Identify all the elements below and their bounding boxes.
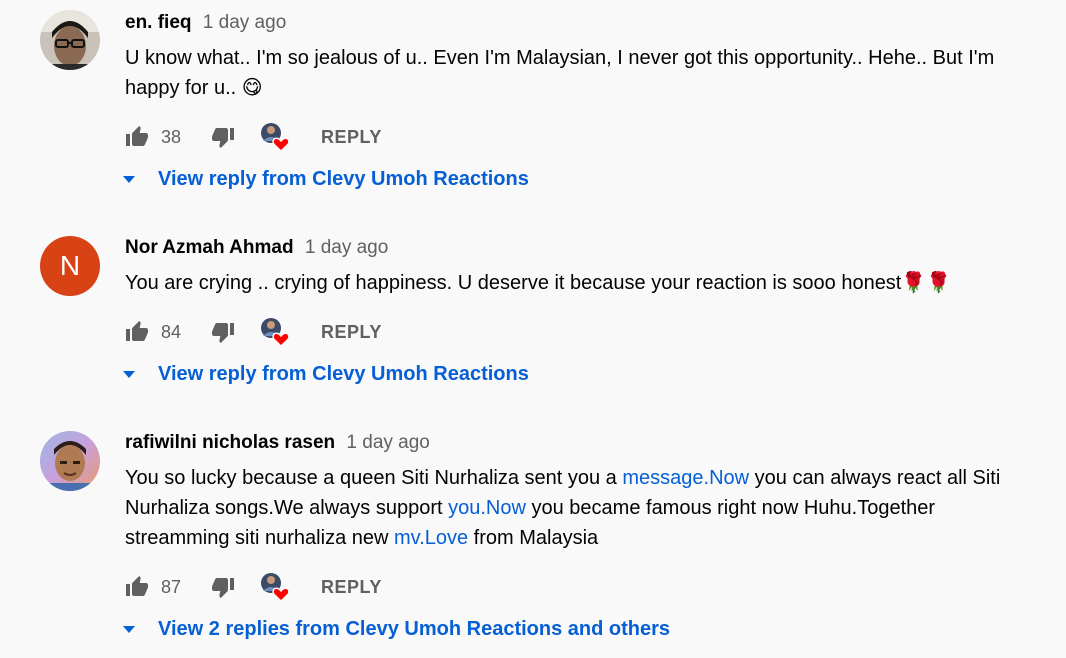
like-count: 87: [161, 576, 182, 597]
author-name[interactable]: en. fieq: [125, 12, 192, 33]
avatar[interactable]: N: [40, 236, 100, 296]
caret-down-icon: [122, 625, 136, 635]
thumbs-down-icon[interactable]: [211, 125, 235, 149]
comment-actions: 84 REPLY: [125, 316, 382, 348]
comment-time[interactable]: 1 day ago: [305, 237, 388, 258]
view-replies-label: View 2 replies from Clevy Umoh Reactions…: [158, 618, 671, 640]
comment-actions: 38 REPLY: [125, 121, 382, 153]
comment-text-part: You are crying .. crying of happiness. U…: [125, 272, 902, 294]
comment-text: You so lucky because a queen Siti Nurhal…: [125, 463, 1045, 553]
author-name[interactable]: Nor Azmah Ahmad: [125, 237, 294, 258]
comment-link[interactable]: mv.Love: [394, 527, 468, 549]
creator-heart-icon[interactable]: [259, 316, 291, 348]
view-replies-button[interactable]: View reply from Clevy Umoh Reactions: [122, 168, 529, 191]
comment-link[interactable]: you.Now: [448, 497, 526, 519]
avatar[interactable]: [40, 10, 100, 70]
comment-time[interactable]: 1 day ago: [346, 432, 429, 453]
thumbs-down-icon[interactable]: [211, 320, 235, 344]
comment-header: en. fieq 1 day ago: [125, 12, 286, 34]
comment-header: rafiwilni nicholas rasen 1 day ago: [125, 432, 430, 454]
reply-button[interactable]: REPLY: [321, 577, 382, 598]
avatar-letter: N: [59, 250, 81, 281]
comment-text-part: from Malaysia: [468, 527, 599, 549]
author-name[interactable]: rafiwilni nicholas rasen: [125, 432, 335, 453]
thumbs-up-icon[interactable]: [125, 575, 149, 599]
avatar[interactable]: [40, 431, 100, 491]
thumbs-down-icon[interactable]: [211, 575, 235, 599]
comment-time[interactable]: 1 day ago: [203, 12, 286, 33]
comment-text: You are crying .. crying of happiness. U…: [125, 268, 1045, 298]
view-replies-label: View reply from Clevy Umoh Reactions: [158, 168, 529, 190]
thumbs-up-icon[interactable]: [125, 320, 149, 344]
comment-link[interactable]: message.Now: [622, 467, 749, 489]
caret-down-icon: [122, 370, 136, 380]
reply-button[interactable]: REPLY: [321, 322, 382, 343]
comment-actions: 87 REPLY: [125, 571, 382, 603]
view-replies-button[interactable]: View 2 replies from Clevy Umoh Reactions…: [122, 618, 670, 641]
creator-heart-icon[interactable]: [259, 571, 291, 603]
view-replies-button[interactable]: View reply from Clevy Umoh Reactions: [122, 363, 529, 386]
caret-down-icon: [122, 175, 136, 185]
comment-header: Nor Azmah Ahmad 1 day ago: [125, 237, 388, 259]
view-replies-label: View reply from Clevy Umoh Reactions: [158, 363, 529, 385]
comment-text: U know what.. I'm so jealous of u.. Even…: [125, 43, 1045, 103]
like-count: 38: [161, 126, 182, 147]
like-count: 84: [161, 321, 182, 342]
thumbs-up-icon[interactable]: [125, 125, 149, 149]
comment-text-part: You so lucky because a queen Siti Nurhal…: [125, 467, 623, 489]
reply-button[interactable]: REPLY: [321, 127, 382, 148]
creator-heart-icon[interactable]: [259, 121, 291, 153]
emoji: 🌹🌹: [901, 272, 952, 294]
emoji: 😋: [241, 77, 263, 99]
